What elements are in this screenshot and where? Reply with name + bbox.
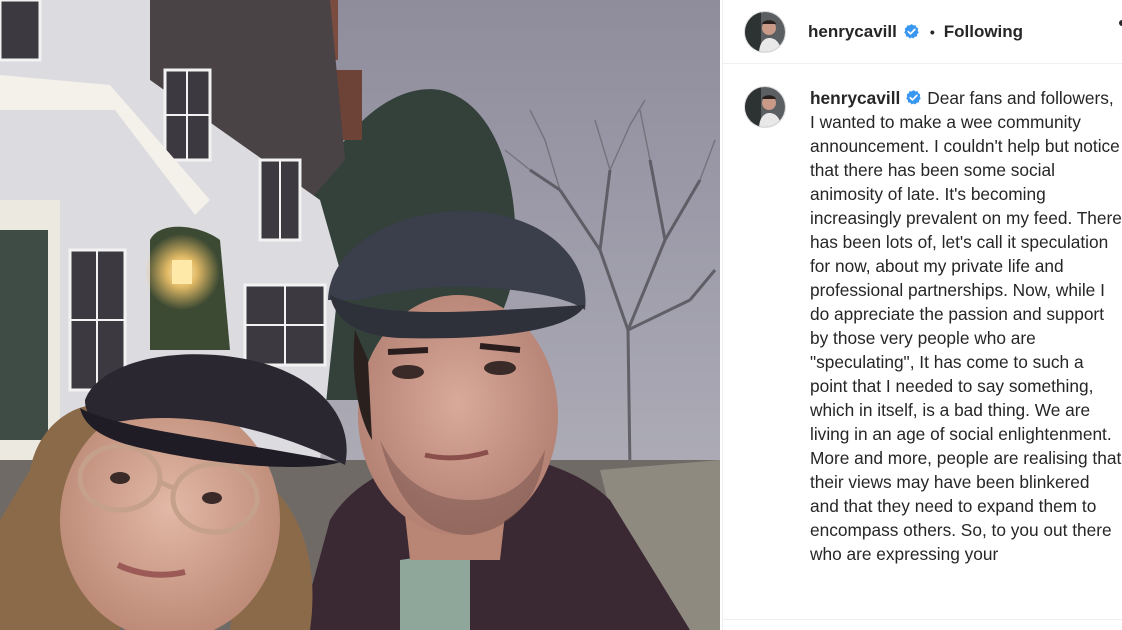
post-photo[interactable]	[0, 0, 720, 630]
header-username[interactable]: henrycavill	[808, 22, 897, 42]
author-avatar[interactable]	[744, 10, 786, 53]
caption-comment: henrycavill Dear fans and followers, I w…	[723, 64, 1122, 566]
caption-avatar[interactable]	[744, 86, 786, 128]
verified-badge-icon	[905, 89, 922, 106]
post-side-panel: henrycavill • Following henrycavill Dear…	[722, 0, 1122, 630]
post-header: henrycavill • Following	[723, 0, 1122, 64]
caption-body: Dear fans and followers, I wanted to mak…	[810, 88, 1122, 564]
header-user-row: henrycavill • Following	[808, 22, 1023, 42]
caption-username[interactable]: henrycavill	[810, 88, 900, 108]
verified-badge-icon	[903, 23, 920, 40]
header-separator: •	[929, 23, 935, 40]
avatar-image	[745, 87, 785, 127]
selfie-photo-illustration	[0, 0, 720, 630]
divider	[723, 619, 1122, 620]
following-button[interactable]: Following	[944, 22, 1023, 42]
avatar-image	[745, 11, 785, 52]
caption-text-block: henrycavill Dear fans and followers, I w…	[810, 86, 1122, 566]
